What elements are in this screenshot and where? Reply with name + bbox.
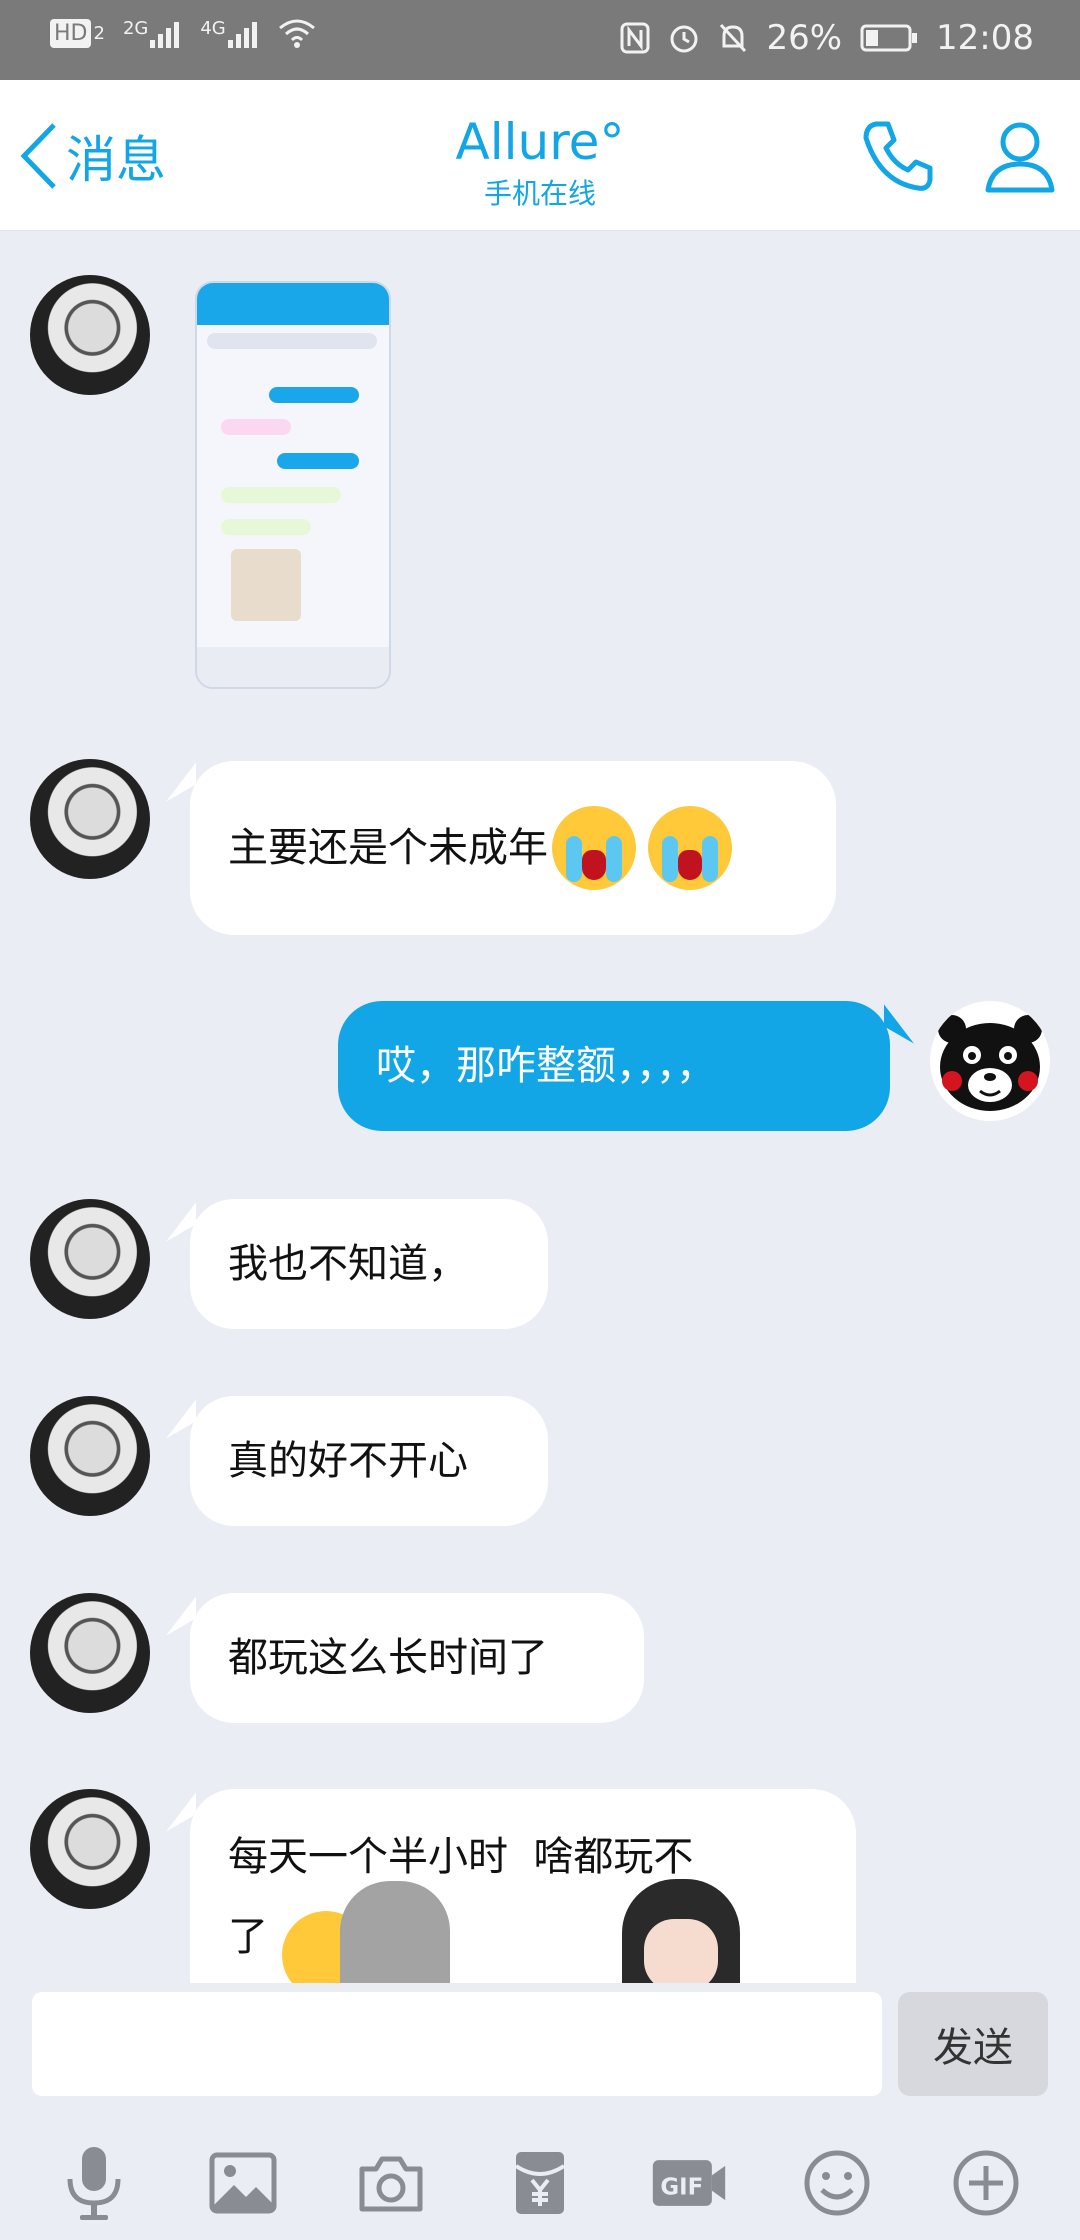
message-bubble[interactable]: 都玩这么长时间了 xyxy=(190,1593,644,1723)
crying-emoji-icon xyxy=(648,806,732,890)
signal-4g-icon: 4G xyxy=(200,18,259,48)
battery-icon xyxy=(860,23,918,53)
red-packet-icon[interactable] xyxy=(500,2143,580,2223)
contact-avatar[interactable] xyxy=(30,759,150,879)
message-text: 都玩这么长时间了 xyxy=(228,1635,548,1681)
image-icon[interactable] xyxy=(203,2143,283,2223)
crying-emoji-icon xyxy=(552,806,636,890)
gif-icon[interactable]: GIF xyxy=(649,2143,729,2223)
message-text: 每天一个半小时 啥都玩不 xyxy=(228,1834,694,1880)
message-text: 哎，那咋整额，，，， xyxy=(376,1043,716,1089)
camera-icon[interactable] xyxy=(351,2143,431,2223)
message-text: 我也不知道， xyxy=(228,1241,468,1287)
clock: 12:08 xyxy=(936,18,1034,58)
message-bubble[interactable]: 主要还是个未成年 xyxy=(190,761,836,935)
status-right: 26% 12:08 xyxy=(620,18,1034,58)
plus-icon[interactable] xyxy=(946,2143,1026,2223)
message-bubble-outgoing[interactable]: 哎，那咋整额，，，， xyxy=(338,1001,890,1131)
phone-icon xyxy=(863,121,933,191)
message-text: 真的好不开心 xyxy=(228,1438,468,1484)
profile-button[interactable] xyxy=(982,118,1058,198)
shared-screenshot-image[interactable] xyxy=(195,281,391,689)
microphone-icon[interactable] xyxy=(54,2143,134,2223)
anime-sticker-boy xyxy=(622,1879,740,1983)
nfc-icon xyxy=(620,22,650,54)
contact-avatar[interactable] xyxy=(30,1396,150,1516)
message-text-line2: 了 xyxy=(228,1914,268,1960)
chat-header: 消息 Allure° 手机在线 xyxy=(0,80,1080,231)
message-text: 主要还是个未成年 xyxy=(228,825,548,871)
status-left: HD 2 2G 4G xyxy=(50,18,316,48)
call-button[interactable] xyxy=(858,116,938,200)
svg-text:GIF: GIF xyxy=(660,2174,703,2200)
anime-sticker-gray xyxy=(340,1881,450,1983)
cat-photo xyxy=(231,549,301,621)
contact-avatar[interactable] xyxy=(30,1199,150,1319)
wifi-icon xyxy=(278,18,316,48)
message-bubble[interactable]: 我也不知道， xyxy=(190,1199,548,1329)
emoji-icon[interactable] xyxy=(797,2143,877,2223)
contact-avatar[interactable] xyxy=(30,275,150,395)
alarm-icon xyxy=(668,22,700,54)
kumamon-avatar-icon xyxy=(938,1015,1042,1111)
contact-avatar[interactable] xyxy=(30,1789,150,1909)
message-bubble[interactable]: 真的好不开心 xyxy=(190,1396,548,1526)
status-bar: HD 2 2G 4G 26% 12:08 xyxy=(0,0,1080,80)
compose-area: 发送 GIF xyxy=(0,1983,1080,2240)
signal-2g-icon: 2G xyxy=(123,18,182,48)
battery-percent: 26% xyxy=(766,18,843,58)
my-avatar[interactable] xyxy=(930,1001,1050,1121)
hd-badge: HD 2 xyxy=(50,18,105,48)
mute-bell-icon xyxy=(718,22,748,54)
user-icon xyxy=(985,122,1055,193)
message-input[interactable] xyxy=(32,1992,882,2096)
compose-toolbar: GIF xyxy=(0,2133,1080,2233)
send-button[interactable]: 发送 xyxy=(898,1992,1048,2096)
message-list[interactable]: 主要还是个未成年 哎，那咋整额，，，， 我也不知道， 真的好不开心 都玩这么长时… xyxy=(0,231,1080,1983)
contact-avatar[interactable] xyxy=(30,1593,150,1713)
